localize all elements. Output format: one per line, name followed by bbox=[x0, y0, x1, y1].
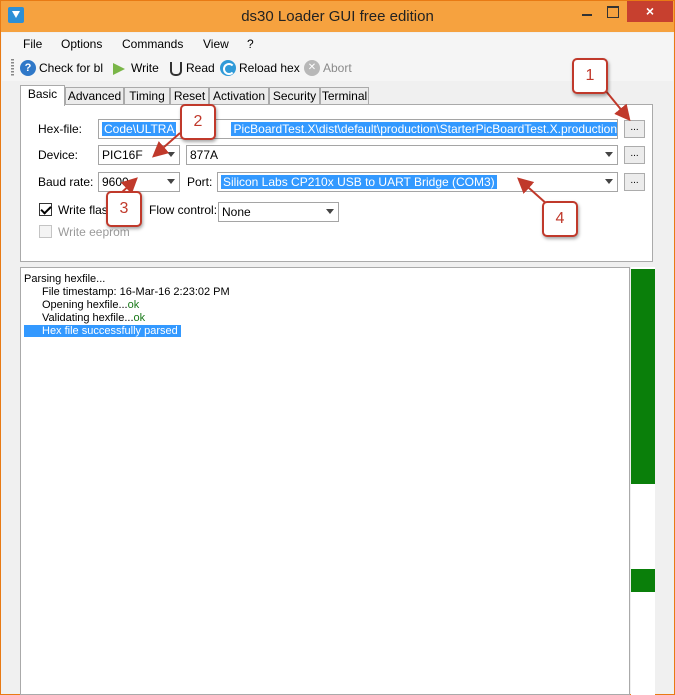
write-eeprom-checkbox[interactable] bbox=[39, 225, 52, 238]
output-log[interactable]: Parsing hexfile... File timestamp: 16-Ma… bbox=[20, 267, 630, 695]
chevron-down-icon bbox=[605, 152, 613, 157]
abort-icon: ✕ bbox=[304, 60, 320, 76]
device-browse-button[interactable]: ... bbox=[624, 146, 645, 164]
close-button[interactable]: × bbox=[627, 1, 673, 22]
title-bar[interactable]: ds30 Loader GUI free edition × bbox=[1, 1, 674, 32]
callout-4: 4 bbox=[542, 201, 578, 237]
menu-bar: File Options Commands View ? bbox=[2, 33, 673, 55]
device-label: Device: bbox=[38, 148, 79, 162]
callout-2: 2 bbox=[180, 104, 216, 140]
write-arrow-icon bbox=[112, 60, 128, 76]
menu-commands[interactable]: Commands bbox=[122, 37, 183, 51]
progress-fill-upper bbox=[631, 269, 655, 484]
chevron-down-icon bbox=[326, 209, 334, 214]
hexfile-label: Hex-file: bbox=[38, 122, 83, 136]
basic-tab-panel: Hex-file: Code\ULTRA PicBoardTest.X\dist\… bbox=[20, 104, 653, 262]
menu-help[interactable]: ? bbox=[247, 37, 254, 51]
tab-timing[interactable]: Timing bbox=[124, 87, 170, 105]
log-line: File timestamp: 16-Mar-16 2:23:02 PM bbox=[42, 286, 230, 298]
progress-bar bbox=[631, 267, 655, 695]
hexfile-browse-button[interactable]: ... bbox=[624, 120, 645, 138]
hexfile-input[interactable]: Code\ULTRA PicBoardTest.X\dist\default\pr… bbox=[98, 119, 618, 139]
tab-security[interactable]: Security bbox=[269, 87, 320, 105]
write-flash-checkbox[interactable] bbox=[39, 203, 52, 216]
chevron-down-icon bbox=[605, 179, 613, 184]
flow-control-select[interactable]: None bbox=[218, 202, 339, 222]
write-button[interactable]: Write bbox=[112, 58, 159, 78]
device-family-select[interactable]: PIC16F bbox=[98, 145, 180, 165]
callout-1: 1 bbox=[572, 58, 608, 94]
app-window: ds30 Loader GUI free edition × File Opti… bbox=[0, 0, 675, 695]
tab-activation[interactable]: Activation bbox=[209, 87, 269, 105]
baud-rate-label: Baud rate: bbox=[38, 175, 94, 189]
log-line: Validating hexfile...ok bbox=[42, 312, 146, 324]
baud-rate-select[interactable]: 9600 bbox=[98, 172, 180, 192]
menu-view[interactable]: View bbox=[203, 37, 229, 51]
help-circle-icon: ? bbox=[20, 60, 36, 76]
tab-advanced[interactable]: Advanced bbox=[65, 87, 124, 105]
flow-control-label: Flow control: bbox=[149, 203, 218, 217]
log-line: Parsing hexfile... bbox=[24, 273, 106, 285]
check-for-bl-button[interactable]: ? Check for bl bbox=[20, 58, 103, 78]
write-eeprom-label: Write eeprom bbox=[58, 225, 130, 239]
log-line: Opening hexfile...ok bbox=[42, 299, 140, 311]
magnet-icon bbox=[167, 60, 183, 76]
port-select[interactable]: Silicon Labs CP210x USB to UART Bridge (… bbox=[217, 172, 618, 192]
chevron-down-icon bbox=[167, 179, 175, 184]
reload-icon bbox=[220, 60, 236, 76]
toolbar-grip[interactable] bbox=[11, 59, 14, 77]
read-button[interactable]: Read bbox=[167, 58, 215, 78]
log-line-highlighted: Hex file successfully parsed bbox=[24, 325, 181, 337]
tab-reset[interactable]: Reset bbox=[170, 87, 209, 105]
chevron-down-icon bbox=[167, 152, 175, 157]
minimize-button[interactable] bbox=[576, 1, 598, 23]
tab-terminal[interactable]: Terminal bbox=[320, 87, 369, 105]
reload-hex-button[interactable]: Reload hex bbox=[220, 58, 300, 78]
menu-file[interactable]: File bbox=[23, 37, 42, 51]
tab-basic[interactable]: Basic bbox=[20, 85, 65, 106]
window-title: ds30 Loader GUI free edition bbox=[241, 8, 434, 25]
port-browse-button[interactable]: ... bbox=[624, 173, 645, 191]
progress-fill-lower bbox=[631, 569, 655, 592]
port-label: Port: bbox=[187, 175, 213, 189]
maximize-button[interactable] bbox=[601, 1, 623, 23]
menu-options[interactable]: Options bbox=[61, 37, 102, 51]
device-model-select[interactable]: 877A bbox=[186, 145, 618, 165]
callout-3: 3 bbox=[106, 191, 142, 227]
abort-button[interactable]: ✕ Abort bbox=[304, 58, 352, 78]
